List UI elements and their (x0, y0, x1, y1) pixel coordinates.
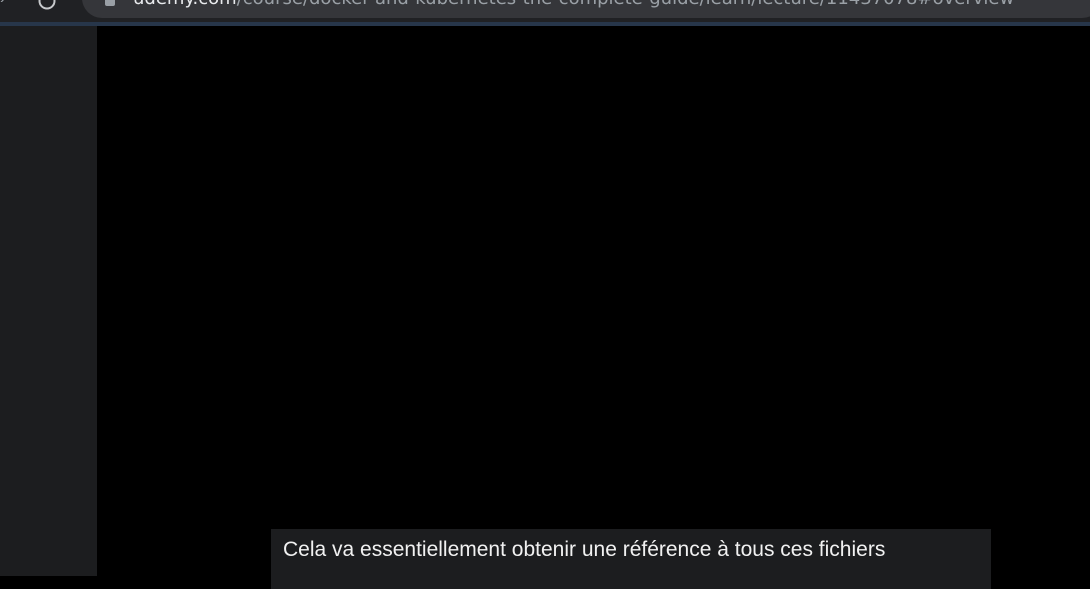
url-host: udemy.com (133, 0, 237, 9)
subtitle-caption: Cela va essentiellement obtenir une réfé… (271, 529, 991, 589)
forward-arrow-icon[interactable]: › (0, 0, 16, 13)
url-path: /course/docker-and-kubernetes-the-comple… (237, 0, 1014, 9)
url-text[interactable]: udemy.com/course/docker-and-kubernetes-t… (133, 0, 1014, 9)
video-player[interactable] (97, 26, 1090, 576)
browser-toolbar: › udemy.com/course/docker-and-kubernetes… (0, 0, 1090, 22)
reload-icon[interactable] (36, 0, 58, 12)
lock-icon[interactable] (104, 0, 116, 6)
left-side-panel (0, 26, 97, 576)
caption-line: Cela va essentiellement obtenir une réfé… (283, 538, 886, 561)
